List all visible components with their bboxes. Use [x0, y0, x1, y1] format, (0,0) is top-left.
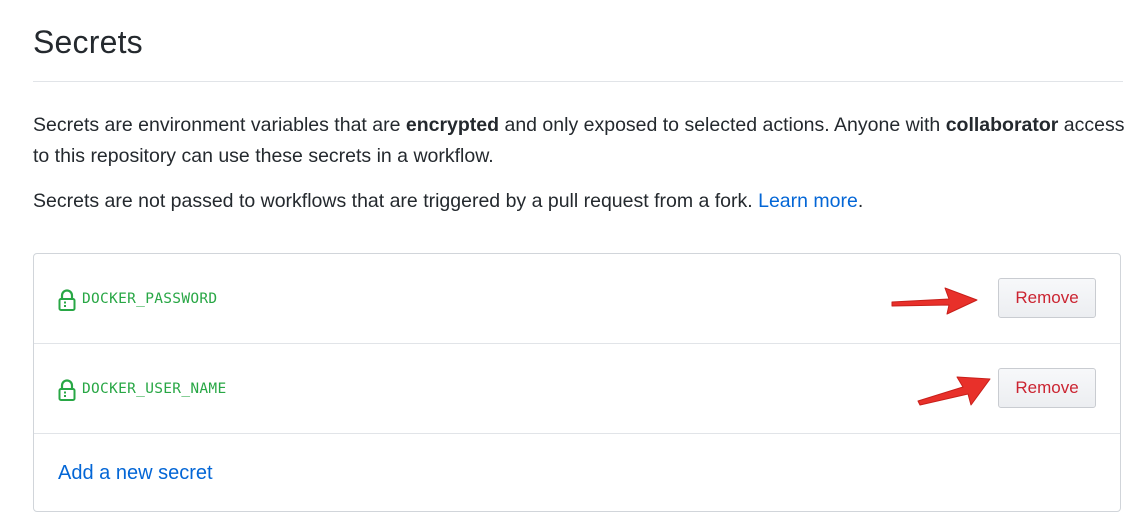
fork-note: Secrets are not passed to workflows that…	[33, 186, 1133, 217]
red-arrow-icon	[891, 287, 978, 315]
fork-note-period: .	[857, 190, 864, 212]
secrets-description: Secrets are environment variables that a…	[33, 110, 1133, 172]
secret-name: DOCKER_USER_NAME	[82, 381, 227, 397]
secret-name: DOCKER_PASSWORD	[82, 291, 218, 307]
learn-more-link[interactable]: Learn more	[758, 190, 858, 212]
fork-note-text: Secrets are not passed to workflows that…	[33, 190, 759, 212]
red-arrow-icon	[917, 376, 991, 406]
description-text-1: Secrets are environment variables that a…	[33, 114, 406, 136]
description-collaborator: collaborator	[945, 114, 1059, 136]
lock-icon	[58, 289, 76, 311]
remove-button[interactable]: Remove	[998, 278, 1096, 318]
page-title: Secrets	[33, 24, 143, 60]
add-secret-link[interactable]: Add a new secret	[58, 462, 213, 485]
add-secret-row: Add a new secret	[34, 434, 1120, 512]
lock-icon	[58, 379, 76, 401]
description-text-2: and only exposed to selected actions. An…	[499, 114, 946, 136]
remove-button[interactable]: Remove	[998, 368, 1096, 408]
title-divider	[33, 81, 1123, 82]
description-encrypted: encrypted	[405, 114, 500, 136]
